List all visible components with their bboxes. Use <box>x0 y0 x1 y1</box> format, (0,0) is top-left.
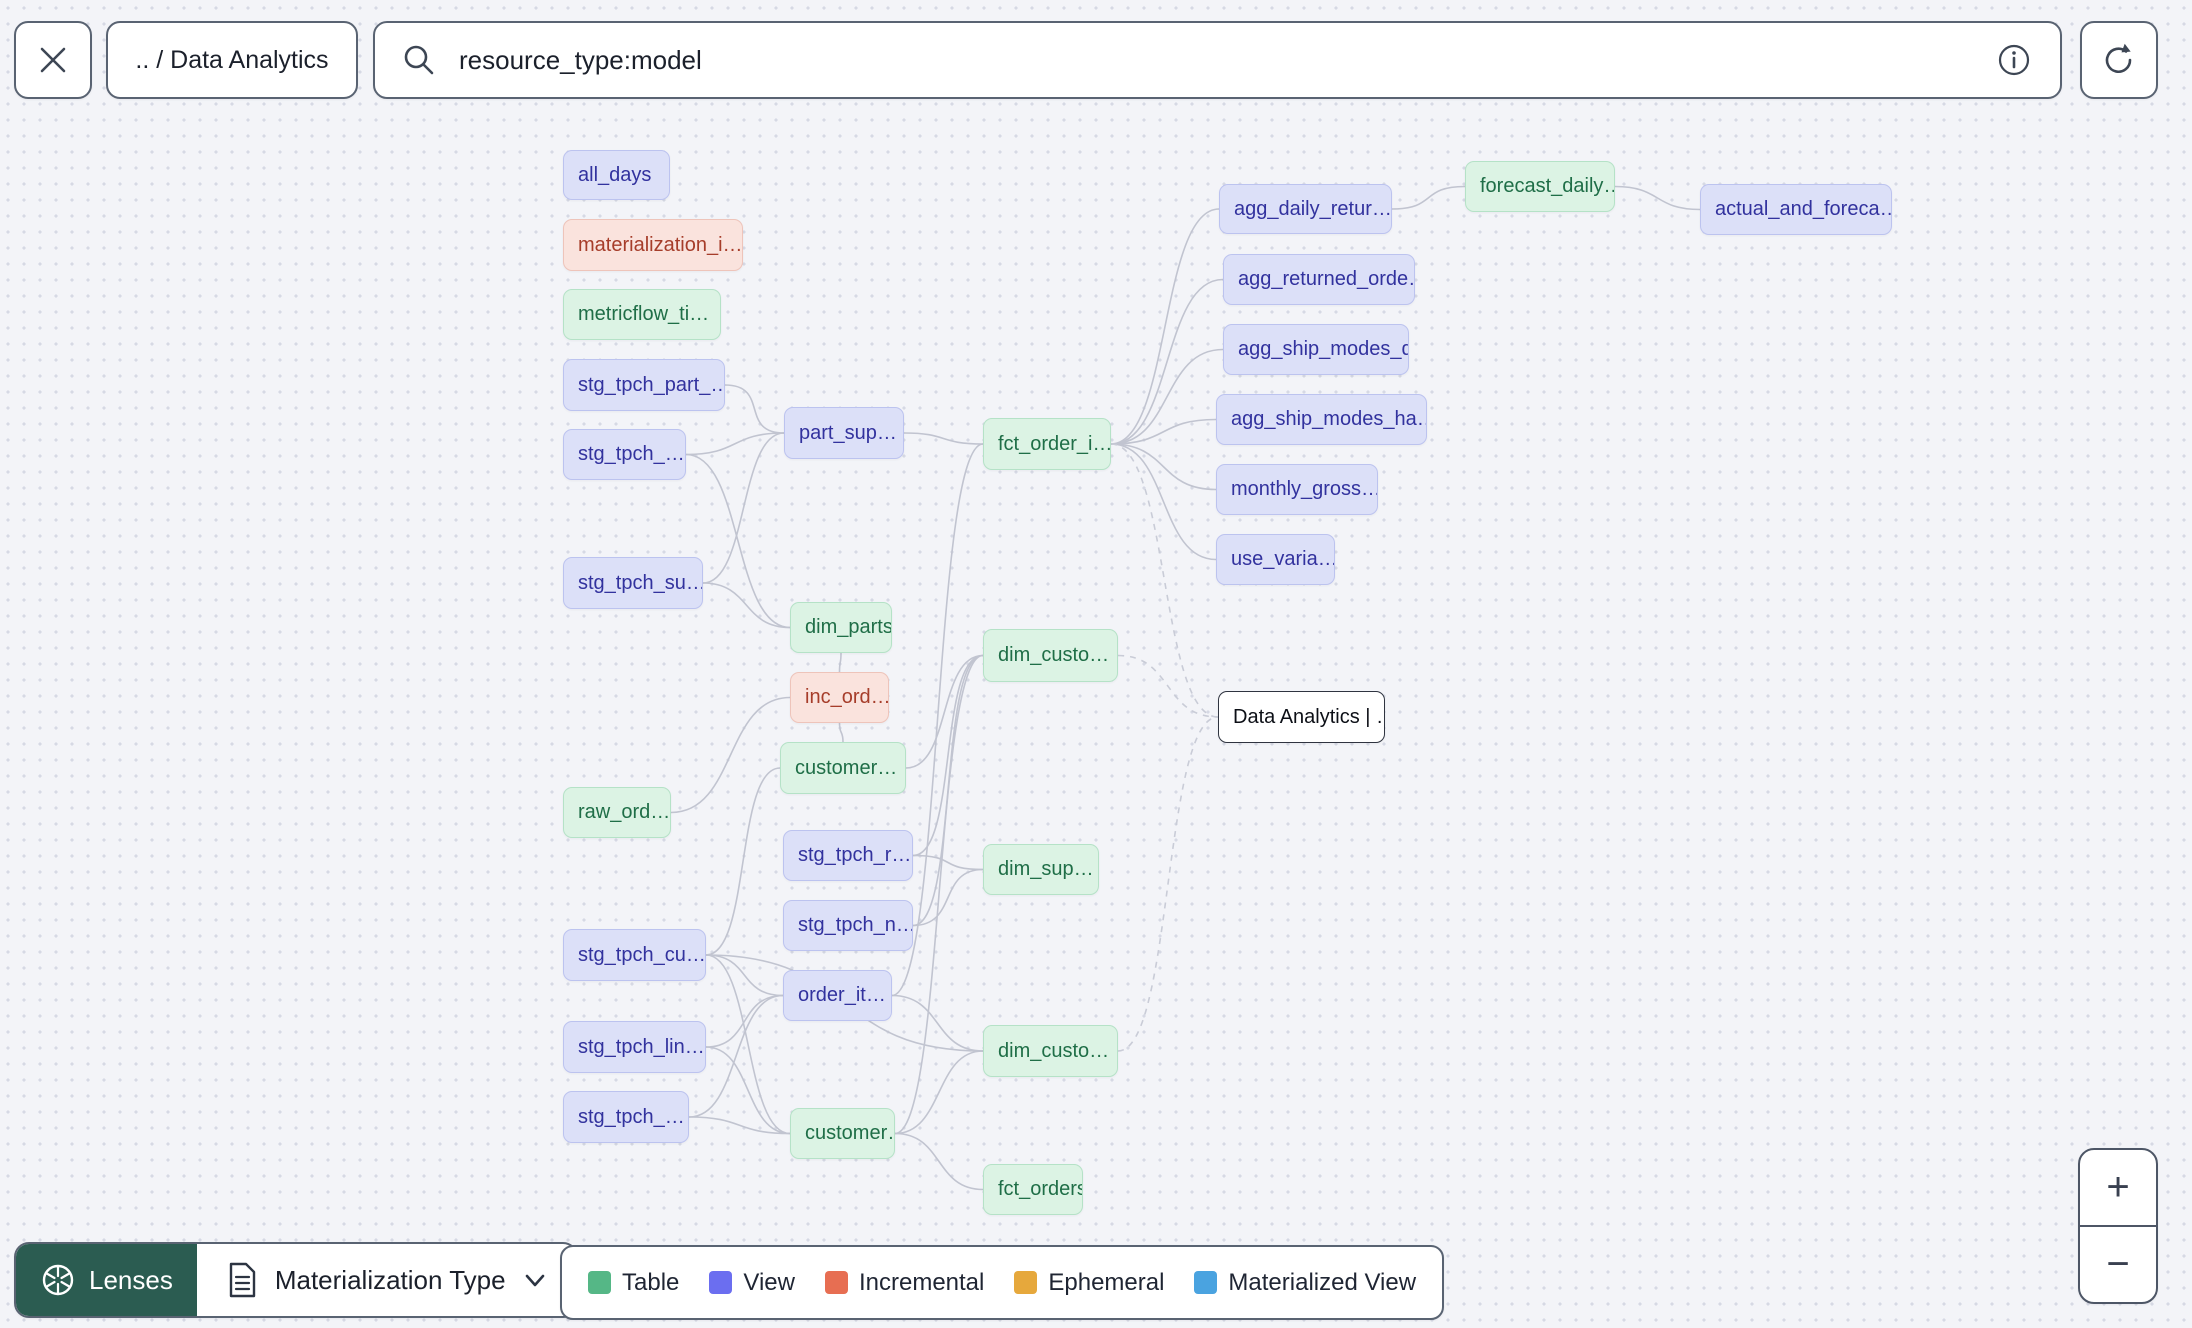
lens-selected-label: Materialization Type <box>274 1264 506 1295</box>
graph-node-customer-a[interactable]: customer… <box>780 742 906 794</box>
legend-item-view: View <box>709 1269 795 1297</box>
legend-label: Incremental <box>858 1268 985 1296</box>
graph-node-fct-order-i[interactable]: fct_order_i… <box>983 418 1111 470</box>
lenses-button[interactable]: Lenses <box>16 1244 197 1316</box>
legend-swatch <box>1014 1271 1038 1294</box>
graph-node-forecast-daily[interactable]: forecast_daily… <box>1465 161 1615 212</box>
graph-node-stg-tpch-n[interactable]: stg_tpch_n… <box>783 900 913 951</box>
graph-node-all-days[interactable]: all_days <box>563 150 670 200</box>
legend-label: Table <box>622 1268 680 1296</box>
document-icon <box>229 1262 256 1298</box>
graph-node-stg-tpch-r[interactable]: stg_tpch_r… <box>783 830 913 881</box>
graph-node-data-analytics[interactable]: Data Analytics | … <box>1218 691 1385 743</box>
graph-node-agg-daily-retur[interactable]: agg_daily_retur… <box>1219 184 1392 234</box>
graph-node-fct-orders[interactable]: fct_orders <box>983 1164 1083 1215</box>
graph-node-materialization-i[interactable]: materialization_i… <box>563 219 743 271</box>
graph-node-agg-returned-orde[interactable]: agg_returned_orde… <box>1223 254 1415 305</box>
lenses-label: Lenses <box>89 1264 173 1295</box>
legend-item-incremental: Incremental <box>824 1268 985 1297</box>
legend-label: View <box>743 1268 795 1296</box>
lens-type-dropdown[interactable]: Materialization Type <box>197 1244 576 1316</box>
graph-node-stg-tpch-b[interactable]: stg_tpch_… <box>563 1091 689 1143</box>
chevron-down-icon <box>525 1274 544 1287</box>
legend-swatch <box>1194 1271 1218 1294</box>
lens-bar: Lenses Materialization Type <box>14 1242 578 1318</box>
graph-node-metricflow-ti[interactable]: metricflow_ti… <box>563 289 721 340</box>
legend-swatch <box>588 1271 611 1294</box>
graph-node-inc-ord[interactable]: inc_ord… <box>790 672 889 723</box>
graph-node-dim-custo-b[interactable]: dim_custo… <box>983 1025 1118 1077</box>
zoom-in-button[interactable]: + <box>2080 1150 2156 1227</box>
legend-label: Ephemeral <box>1048 1268 1165 1296</box>
legend-swatch <box>709 1271 733 1294</box>
graph-node-raw-ord[interactable]: raw_ord… <box>563 787 671 838</box>
graph-node-monthly-gross[interactable]: monthly_gross… <box>1216 464 1378 515</box>
lineage-nodes-layer: all_days materialization_i… metricflow_ti…… <box>0 0 2192 1328</box>
graph-node-agg-ship-modes-ha[interactable]: agg_ship_modes_ha… <box>1216 394 1427 445</box>
graph-node-customer-b[interactable]: customer… <box>790 1108 895 1159</box>
graph-node-stg-tpch-cu[interactable]: stg_tpch_cu… <box>563 929 706 981</box>
graph-node-stg-tpch-a[interactable]: stg_tpch_… <box>563 429 686 480</box>
graph-node-part-sup[interactable]: part_sup… <box>784 407 904 459</box>
legend-item-materialized-view: Materialized View <box>1194 1269 1416 1297</box>
graph-node-actual-and-foreca[interactable]: actual_and_foreca… <box>1700 184 1892 235</box>
graph-node-use-varia[interactable]: use_varia… <box>1216 534 1335 585</box>
aperture-icon <box>42 1264 74 1296</box>
legend-item-table: Table <box>588 1269 679 1297</box>
legend-label: Materialized View <box>1228 1268 1417 1296</box>
graph-node-order-it[interactable]: order_it… <box>783 970 892 1021</box>
graph-node-stg-tpch-part[interactable]: stg_tpch_part_… <box>563 359 725 411</box>
graph-node-dim-sup[interactable]: dim_sup… <box>983 844 1099 895</box>
graph-node-dim-custo-a[interactable]: dim_custo… <box>983 629 1118 682</box>
graph-node-stg-tpch-lin[interactable]: stg_tpch_lin… <box>563 1021 706 1073</box>
legend-swatch <box>824 1271 848 1294</box>
legend-item-ephemeral: Ephemeral <box>1014 1269 1164 1297</box>
zoom-out-button[interactable]: − <box>2080 1227 2156 1302</box>
materialization-legend: Table View Incremental Ephemeral Materialize… <box>560 1245 1445 1320</box>
graph-node-stg-tpch-su[interactable]: stg_tpch_su… <box>563 557 703 609</box>
graph-node-agg-ship-modes-d[interactable]: agg_ship_modes_d… <box>1223 324 1409 375</box>
graph-node-dim-parts[interactable]: dim_parts <box>790 602 892 653</box>
zoom-controls: + − <box>2078 1148 2158 1304</box>
